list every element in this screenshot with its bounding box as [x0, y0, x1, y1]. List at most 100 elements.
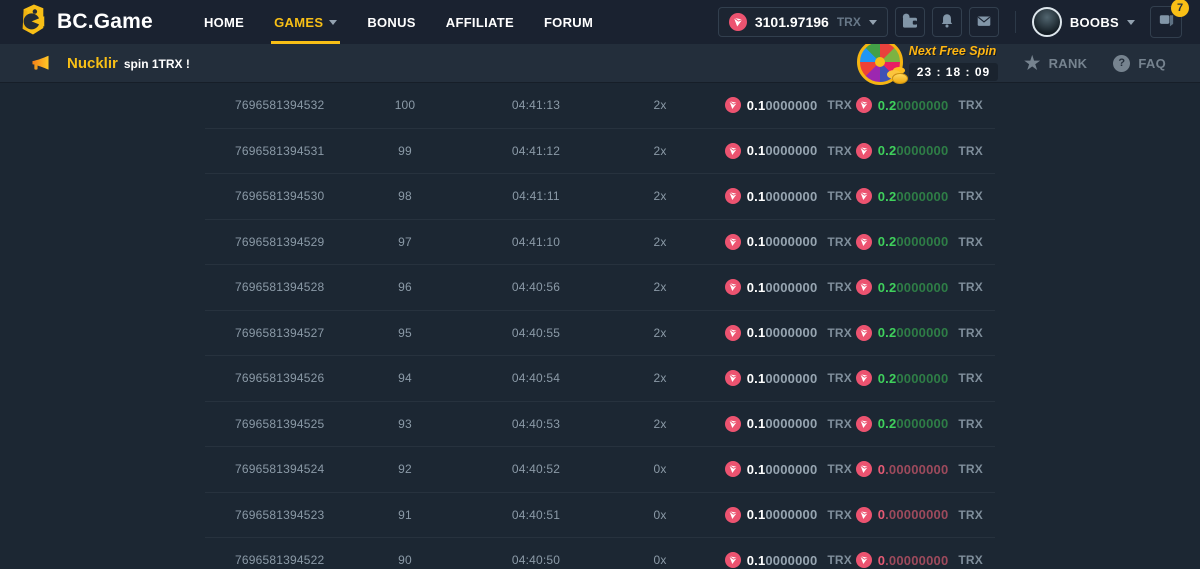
payout-currency: TRX [958, 98, 983, 112]
payout-cell: 0.20000000 TRX [860, 97, 995, 113]
nav-item-bonus[interactable]: BONUS [352, 0, 430, 44]
bet-row[interactable]: 7696581394526 94 04:40:54 2x 0.10000000 … [205, 356, 995, 402]
chevron-down-icon [1127, 20, 1135, 25]
bet-id: 7696581394523 [205, 508, 370, 522]
bet-row[interactable]: 7696581394522 90 04:40:50 0x 0.10000000 … [205, 538, 995, 569]
bet-amount: 0.10000000 [747, 553, 818, 568]
nav-item-affiliate[interactable]: AFFILIATE [431, 0, 529, 44]
bet-nonce: 91 [370, 508, 440, 522]
trx-coin-icon [725, 370, 741, 386]
payout-currency: TRX [958, 553, 983, 567]
bet-nonce: 96 [370, 280, 440, 294]
bet-time: 04:41:13 [440, 98, 632, 112]
bet-id: 7696581394526 [205, 371, 370, 385]
bet-nonce: 100 [370, 98, 440, 112]
trx-coin-icon [725, 143, 741, 159]
main-nav: HOME GAMES BONUS AFFILIATE FORUM [189, 0, 608, 44]
announcement-game: Nucklir [67, 55, 118, 72]
payout-cell: 0.20000000 TRX [860, 325, 995, 341]
bet-currency: TRX [827, 417, 852, 431]
payout-cell: 0.20000000 TRX [860, 416, 995, 432]
question-icon: ? [1113, 55, 1130, 72]
envelope-icon [975, 12, 993, 33]
bet-amount: 0.10000000 [747, 416, 818, 431]
bet-id: 7696581394528 [205, 280, 370, 294]
payout-cell: 0.20000000 TRX [860, 188, 995, 204]
faq-button[interactable]: ? FAQ [1113, 55, 1166, 72]
faq-label: FAQ [1138, 56, 1166, 71]
bet-row[interactable]: 7696581394531 99 04:41:12 2x 0.10000000 … [205, 129, 995, 175]
wallet-button[interactable] [895, 7, 925, 37]
trx-coin-icon [856, 188, 872, 204]
payout-amount: 0.20000000 [878, 189, 949, 204]
balance-selector[interactable]: 3101.97196 TRX [718, 7, 888, 37]
payout-currency: TRX [958, 508, 983, 522]
payout-cell: 0.00000000 TRX [860, 552, 995, 568]
payout-amount: 0.00000000 [878, 507, 949, 522]
brand-logo[interactable]: BC.Game [18, 3, 153, 41]
bet-row[interactable]: 7696581394529 97 04:41:10 2x 0.10000000 … [205, 220, 995, 266]
bet-multiplier: 0x [632, 553, 688, 567]
bet-amount-cell: 0.10000000 TRX [688, 97, 860, 113]
messages-button[interactable] [969, 7, 999, 37]
bet-currency: TRX [827, 235, 852, 249]
bet-nonce: 90 [370, 553, 440, 567]
bet-row[interactable]: 7696581394525 93 04:40:53 2x 0.10000000 … [205, 402, 995, 448]
bet-amount: 0.10000000 [747, 325, 818, 340]
notifications-button[interactable] [932, 7, 962, 37]
bet-row[interactable]: 7696581394528 96 04:40:56 2x 0.10000000 … [205, 265, 995, 311]
free-spin-widget[interactable]: Next Free Spin 23 : 18 : 09 [857, 42, 998, 85]
user-menu[interactable]: BOOBS [1032, 7, 1135, 37]
bet-id: 7696581394527 [205, 326, 370, 340]
chevron-down-icon [329, 20, 337, 25]
bet-currency: TRX [827, 371, 852, 385]
chat-button[interactable]: 7 [1150, 6, 1182, 38]
megaphone-icon [30, 55, 51, 72]
bet-amount-cell: 0.10000000 TRX [688, 552, 860, 568]
bet-currency: TRX [827, 144, 852, 158]
bet-multiplier: 2x [632, 326, 688, 340]
payout-amount: 0.20000000 [878, 416, 949, 431]
payout-cell: 0.00000000 TRX [860, 507, 995, 523]
bet-amount: 0.10000000 [747, 507, 818, 522]
trx-coin-icon [725, 325, 741, 341]
payout-amount: 0.00000000 [878, 553, 949, 568]
bet-row[interactable]: 7696581394527 95 04:40:55 2x 0.10000000 … [205, 311, 995, 357]
star-icon: ★ [1024, 54, 1040, 72]
payout-cell: 0.20000000 TRX [860, 370, 995, 386]
wallet-icon [900, 11, 920, 34]
bet-row[interactable]: 7696581394523 91 04:40:51 0x 0.10000000 … [205, 493, 995, 539]
bet-amount: 0.10000000 [747, 280, 818, 295]
payout-amount: 0.00000000 [878, 462, 949, 477]
bet-amount-cell: 0.10000000 TRX [688, 370, 860, 386]
payout-amount: 0.20000000 [878, 280, 949, 295]
bet-row[interactable]: 7696581394524 92 04:40:52 0x 0.10000000 … [205, 447, 995, 493]
payout-currency: TRX [958, 235, 983, 249]
bet-nonce: 97 [370, 235, 440, 249]
bet-id: 7696581394531 [205, 144, 370, 158]
trx-coin-icon [725, 234, 741, 250]
payout-amount: 0.20000000 [878, 234, 949, 249]
nav-item-games[interactable]: GAMES [259, 0, 352, 44]
bet-amount-cell: 0.10000000 TRX [688, 279, 860, 295]
payout-amount: 0.20000000 [878, 371, 949, 386]
trx-coin-icon [725, 97, 741, 113]
balance-amount: 3101.97196 [755, 14, 829, 30]
bet-currency: TRX [827, 508, 852, 522]
bet-id: 7696581394530 [205, 189, 370, 203]
trx-coin-icon [725, 416, 741, 432]
nav-item-forum[interactable]: FORUM [529, 0, 608, 44]
trx-coin-icon [856, 507, 872, 523]
chat-badge: 7 [1171, 0, 1189, 17]
payout-currency: TRX [958, 326, 983, 340]
trx-coin-icon [725, 552, 741, 568]
trx-coin-icon [725, 279, 741, 295]
announcement-link[interactable]: Nucklir spin 1TRX ! [51, 55, 190, 72]
nav-item-home[interactable]: HOME [189, 0, 259, 44]
bet-time: 04:41:10 [440, 235, 632, 249]
bet-time: 04:40:50 [440, 553, 632, 567]
bet-row[interactable]: 7696581394530 98 04:41:11 2x 0.10000000 … [205, 174, 995, 220]
bet-row[interactable]: 7696581394532 100 04:41:13 2x 0.10000000… [205, 83, 995, 129]
bet-time: 04:41:12 [440, 144, 632, 158]
rank-button[interactable]: ★ RANK [1024, 54, 1087, 72]
